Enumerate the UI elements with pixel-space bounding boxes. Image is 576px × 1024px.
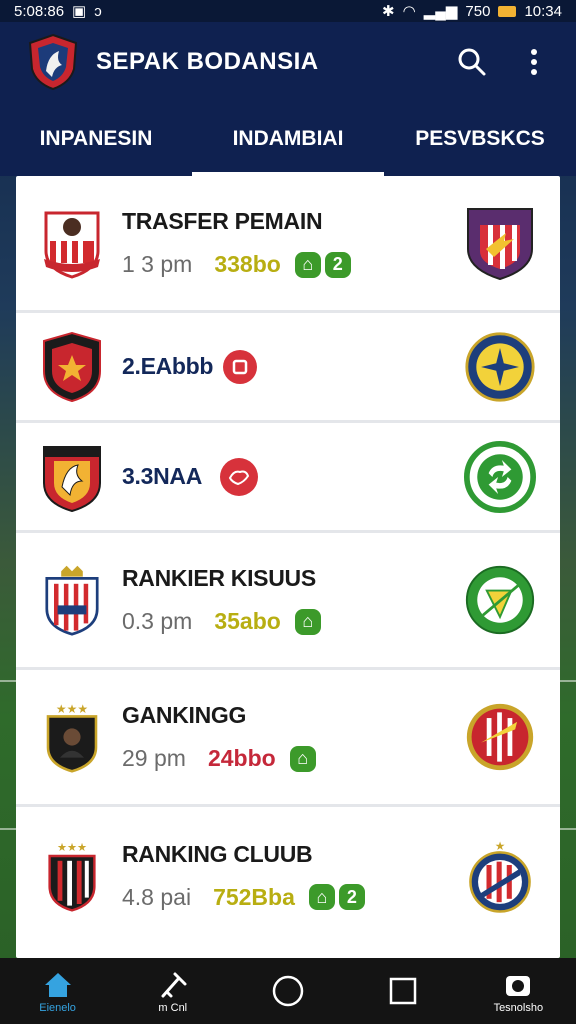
list-item[interactable]: RANKIER KISUUS 0.3 pm 35abo ⌂ <box>16 533 560 670</box>
club-crest-icon <box>44 211 100 279</box>
list-item[interactable]: ★★★ RANKING CLUUB 4.8 pai 752Bba ⌂ 2 ★ <box>16 807 560 944</box>
club-crest-icon: ★★★ <box>46 702 98 773</box>
bottom-navigation: Eienelo m Cnl Tesnolsho <box>0 958 576 1024</box>
nav-tools[interactable]: m Cnl <box>128 968 218 1014</box>
list-item[interactable]: 2.EAbbb <box>16 313 560 423</box>
lock-icon-badge: ⌂ <box>294 608 321 635</box>
opponent-crest-icon: ★ <box>469 838 531 913</box>
row-title: TRASFER PEMAIN <box>122 208 323 234</box>
row-score: 24bbo <box>207 745 276 771</box>
tab-indambiai[interactable]: INDAMBIAI <box>192 102 384 176</box>
row-score: 338bo <box>214 251 281 277</box>
row-time: 0.3 pm <box>122 608 193 634</box>
row-title: RANKING CLUUB <box>122 840 313 867</box>
wifi-icon: ◠ <box>402 3 416 20</box>
svg-text:★★★: ★★★ <box>56 702 88 716</box>
count-badge: 2 <box>324 251 351 278</box>
status-right-text: 750 <box>465 2 491 20</box>
square-icon <box>388 974 418 1008</box>
home-icon <box>43 968 73 1002</box>
bluetooth-icon: ✱ <box>382 3 395 20</box>
tools-icon <box>157 968 189 1002</box>
list-item[interactable]: TRASFER PEMAIN 1 3 pm 338bo ⌂ 2 <box>16 176 560 313</box>
row-time: 29 pm <box>122 745 186 771</box>
list-item[interactable]: ★★★ GANKINGG 29 pm 24bbo ⌂ <box>16 670 560 807</box>
tab-inpanesin[interactable]: INPANESIN <box>0 102 192 176</box>
tab-pesvbskcs[interactable]: PESVBSKCS <box>384 102 576 176</box>
nav-square[interactable] <box>358 974 448 1008</box>
lock-icon-badge: ⌂ <box>308 884 335 910</box>
club-crest-icon <box>43 331 101 402</box>
app-bar: SEPAK BODANSIA <box>0 22 576 102</box>
lock-icon-badge: ⌂ <box>294 251 321 278</box>
row-score: 752Bba <box>213 883 295 910</box>
nav-home-label: Eienelo <box>39 1002 76 1014</box>
club-crest-icon <box>43 445 101 512</box>
row-title: GANKINGG <box>122 702 247 728</box>
more-options-icon[interactable] <box>512 40 556 84</box>
circle-icon <box>271 974 305 1008</box>
camera-icon <box>504 968 532 1002</box>
nav-circle[interactable] <box>243 974 333 1008</box>
status-time: 5:08:86 <box>14 2 65 20</box>
nav-home[interactable]: Eienelo <box>13 968 103 1014</box>
lock-icon-badge: ⌂ <box>289 745 316 772</box>
app-title: SEPAK BODANSIA <box>96 48 319 75</box>
search-icon[interactable] <box>450 40 494 84</box>
row-title: 3.3NAA <box>122 463 203 489</box>
svg-text:★★★: ★★★ <box>57 841 87 854</box>
row-time: 4.8 pai <box>122 883 192 910</box>
status-clock: 10:34 <box>524 2 562 20</box>
club-crest-icon: ★★★ <box>48 841 96 912</box>
nav-camera-label: Tesnolsho <box>493 1002 544 1014</box>
club-crest-icon <box>45 565 99 636</box>
opponent-crest-icon <box>466 703 534 771</box>
app-logo <box>26 33 80 91</box>
list-item[interactable]: 3.3NAA <box>16 423 560 533</box>
opponent-crest-icon <box>465 331 535 402</box>
row-title: RANKIER KISUUS <box>122 565 316 591</box>
svg-text:★: ★ <box>495 838 506 852</box>
square-badge-icon <box>223 349 258 384</box>
opponent-crest-icon <box>465 565 535 635</box>
tab-bar: INPANESIN INDAMBIAI PESVBSKCS <box>0 102 576 176</box>
nav-tools-label: m Cnl <box>158 1002 188 1014</box>
battery-icon <box>498 5 517 17</box>
row-title: 2.EAbbb <box>122 353 214 379</box>
news-list: TRASFER PEMAIN 1 3 pm 338bo ⌂ 2 2.EAbbb <box>16 176 560 958</box>
notification-icon: ▣ <box>72 3 87 20</box>
nav-camera[interactable]: Tesnolsho <box>473 968 563 1014</box>
row-time: 1 3 pm <box>122 251 193 277</box>
count-badge: 2 <box>338 884 365 910</box>
status-bar: 5:08:86 ▣ ↄ ✱ ◠ ▂▄▆ 750 10:34 <box>0 0 576 22</box>
opponent-crest-icon <box>464 440 536 513</box>
signal-icon: ▂▄▆ <box>423 3 458 20</box>
sync-icon: ↄ <box>94 2 102 20</box>
opponent-crest-icon <box>467 208 533 281</box>
club-badge-icon <box>220 457 259 496</box>
row-score: 35abo <box>214 608 281 634</box>
